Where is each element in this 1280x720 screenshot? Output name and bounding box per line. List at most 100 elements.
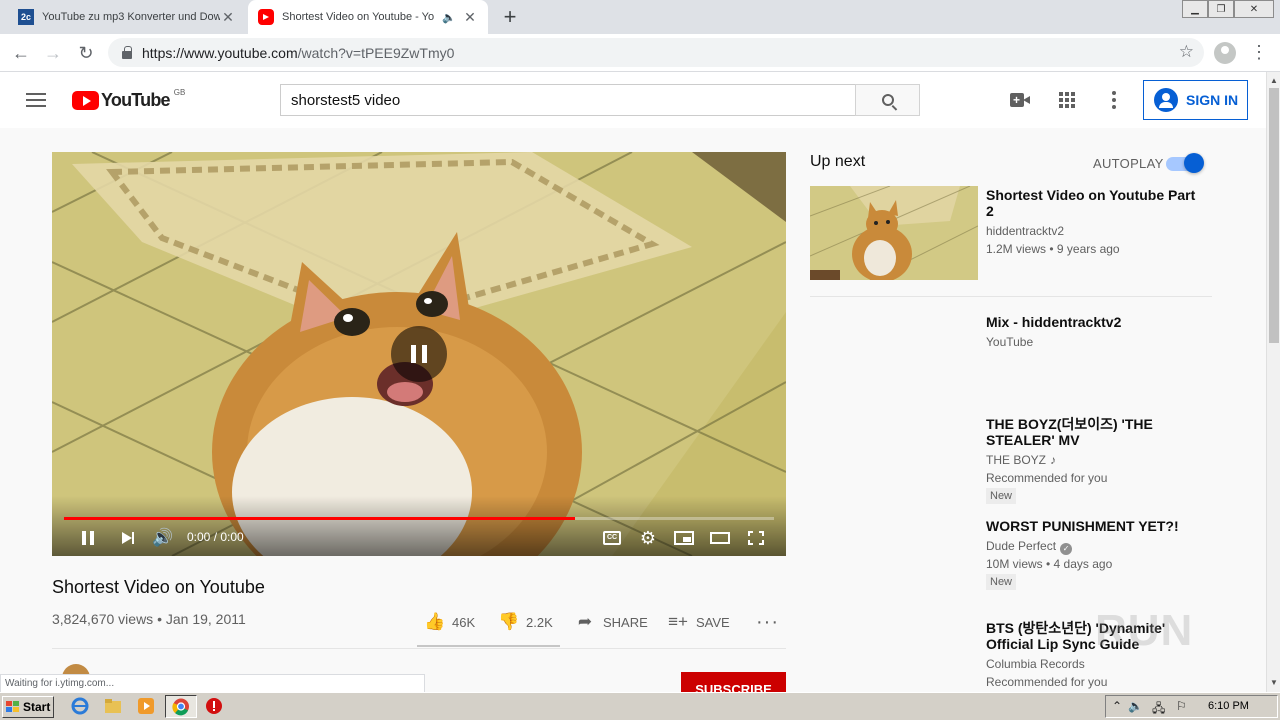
related-video-meta: Recommended for you bbox=[986, 675, 1108, 689]
related-video-channel: hiddentracktv2 bbox=[986, 224, 1065, 238]
new-tab-icon[interactable]: + bbox=[498, 4, 522, 30]
share-button[interactable]: ➦ SHARE bbox=[575, 612, 648, 632]
url-host: https://www.youtube.com bbox=[142, 44, 298, 61]
captions-icon[interactable]: CC bbox=[602, 528, 622, 548]
autoplay-label: AUTOPLAY bbox=[1093, 156, 1164, 171]
youtube-logo[interactable]: YouTube GB bbox=[72, 88, 186, 111]
dislike-count: 2.2K bbox=[526, 614, 553, 630]
related-video-channel: YouTube bbox=[986, 335, 1034, 349]
related-video-meta: Recommended for you bbox=[986, 471, 1108, 485]
scroll-down-icon[interactable]: ▼ bbox=[1270, 678, 1278, 687]
miniplayer-icon[interactable] bbox=[673, 528, 695, 548]
screen: 2c YouTube zu mp3 Konverter und Dow ✕ Sh… bbox=[0, 0, 1280, 720]
apps-grid-icon[interactable] bbox=[1059, 92, 1075, 108]
logo-text: YouTube bbox=[101, 90, 171, 110]
address-bar[interactable]: https://www.youtube.com/watch?v=tPEE9ZwT… bbox=[108, 38, 1204, 67]
start-button[interactable]: Start bbox=[2, 696, 54, 718]
related-video-meta: 10M views • 4 days ago bbox=[986, 557, 1113, 571]
browser-tab-strip: 2c YouTube zu mp3 Konverter und Dow ✕ Sh… bbox=[0, 0, 1280, 34]
fullscreen-icon[interactable] bbox=[746, 528, 766, 548]
save-button[interactable]: ≡+ SAVE bbox=[668, 612, 730, 632]
browser-menu-icon[interactable]: ⋮ bbox=[1250, 42, 1268, 63]
video-thumbnail[interactable] bbox=[810, 186, 978, 280]
tab-title: Shortest Video on Youtube - Yo bbox=[282, 11, 435, 23]
bookmark-star-icon[interactable]: ☆ bbox=[1179, 42, 1194, 62]
search-input[interactable]: shorstest5 video bbox=[280, 84, 856, 116]
like-dislike-bar bbox=[417, 645, 560, 647]
related-video-channel: Dude Perfect bbox=[986, 539, 1057, 553]
close-tab-icon[interactable]: ✕ bbox=[462, 9, 478, 26]
next-icon[interactable] bbox=[118, 528, 138, 548]
volume-icon[interactable]: 🔊 bbox=[152, 528, 174, 548]
divider bbox=[810, 296, 1212, 297]
music-note-icon: ♪ bbox=[1050, 453, 1057, 467]
center-pause-icon[interactable] bbox=[391, 326, 447, 382]
sign-in-button[interactable]: SIGN IN bbox=[1143, 80, 1248, 120]
reload-icon[interactable]: ↻ bbox=[75, 42, 97, 64]
up-next-heading: Up next bbox=[810, 153, 866, 170]
scroll-thumb[interactable] bbox=[1269, 88, 1279, 343]
related-video-channel: Columbia Records bbox=[986, 657, 1085, 671]
related-video-title[interactable]: Mix - hiddentracktv2 bbox=[986, 314, 1196, 330]
watermark: RUN bbox=[1095, 606, 1194, 655]
internet-explorer-icon[interactable] bbox=[71, 697, 89, 715]
profile-icon[interactable] bbox=[1214, 42, 1236, 64]
page-scrollbar[interactable]: ▲ ▼ bbox=[1266, 72, 1280, 692]
like-count: 46K bbox=[452, 614, 476, 630]
sign-in-label: SIGN IN bbox=[1186, 92, 1239, 108]
settings-more-icon[interactable] bbox=[1112, 91, 1116, 109]
close-window-icon[interactable]: ✕ bbox=[1234, 0, 1274, 18]
audio-playing-icon[interactable]: 🔈 bbox=[442, 11, 456, 24]
video-title: Shortest Video on Youtube bbox=[52, 577, 265, 597]
settings-gear-icon[interactable]: ⚙ bbox=[638, 528, 658, 548]
taskbar-chrome-active[interactable] bbox=[165, 695, 197, 718]
network-tray-icon[interactable]: 🖧 bbox=[1152, 699, 1165, 720]
tab-youtube[interactable]: Shortest Video on Youtube - Yo 🔈 ✕ bbox=[248, 0, 488, 34]
minimize-icon[interactable]: ▁ bbox=[1182, 0, 1208, 18]
hamburger-menu-icon[interactable] bbox=[26, 93, 46, 107]
more-actions-icon[interactable]: ··· bbox=[756, 611, 779, 633]
tab-converter[interactable]: 2c YouTube zu mp3 Konverter und Dow ✕ bbox=[8, 0, 246, 34]
progress-bar[interactable] bbox=[64, 517, 774, 520]
action-center-flag-icon[interactable]: ⚐ bbox=[1176, 699, 1187, 713]
related-video-meta: 1.2M views • 9 years ago bbox=[986, 242, 1120, 256]
save-label: SAVE bbox=[696, 614, 730, 630]
file-explorer-icon[interactable] bbox=[104, 697, 122, 715]
dislike-button[interactable]: 👎 2.2K bbox=[498, 612, 553, 632]
youtube-play-logo-icon bbox=[72, 91, 99, 110]
country-code: GB bbox=[173, 88, 186, 97]
theater-mode-icon[interactable] bbox=[709, 528, 731, 548]
thumbs-down-icon: 👎 bbox=[498, 612, 520, 631]
close-tab-icon[interactable]: ✕ bbox=[220, 9, 236, 26]
restore-icon[interactable]: ❐ bbox=[1208, 0, 1234, 18]
thumbnail-cat-image bbox=[810, 186, 978, 280]
autoplay-toggle[interactable] bbox=[1166, 153, 1204, 173]
back-arrow-icon[interactable]: ← bbox=[10, 42, 32, 64]
video-player[interactable]: 🔊 0:00 / 0:00 CC ⚙ bbox=[52, 152, 786, 556]
tab-title: YouTube zu mp3 Konverter und Dow bbox=[42, 11, 220, 23]
start-label: Start bbox=[23, 700, 51, 714]
browser-toolbar: ← → ↻ https://www.youtube.com/watch?v=tP… bbox=[0, 34, 1280, 72]
divider bbox=[52, 648, 786, 649]
forward-arrow-icon[interactable]: → bbox=[42, 42, 64, 64]
scroll-up-icon[interactable]: ▲ bbox=[1270, 76, 1278, 85]
related-video-title[interactable]: Shortest Video on Youtube Part 2 bbox=[986, 187, 1196, 219]
volume-tray-icon[interactable]: 🔈 bbox=[1128, 699, 1143, 713]
search-button[interactable] bbox=[855, 84, 920, 116]
show-hidden-icons-icon[interactable]: ⌃ bbox=[1112, 699, 1122, 713]
related-video-channel-row: Dude Perfect ✓ bbox=[986, 539, 1073, 555]
youtube-favicon-icon bbox=[258, 9, 274, 25]
youtube-masthead: YouTube GB shorstest5 video + SIGN IN bbox=[0, 72, 1266, 128]
view-count-date: 3,824,670 views • Jan 19, 2011 bbox=[52, 611, 246, 627]
shield-app-icon[interactable] bbox=[205, 697, 223, 715]
related-video-title[interactable]: WORST PUNISHMENT YET?! bbox=[986, 518, 1196, 534]
media-player-icon[interactable] bbox=[137, 697, 155, 715]
pause-icon[interactable] bbox=[78, 528, 98, 548]
like-button[interactable]: 👍 46K bbox=[424, 612, 475, 632]
create-video-icon[interactable]: + bbox=[1010, 93, 1030, 107]
share-arrow-icon: ➦ bbox=[577, 612, 593, 631]
related-video-title[interactable]: THE BOYZ(더보이즈) 'THE STEALER' MV bbox=[986, 416, 1196, 448]
new-badge: New bbox=[986, 574, 1017, 590]
browser-status-bar: Waiting for i.ytimg.com... bbox=[0, 674, 425, 693]
share-label: SHARE bbox=[603, 614, 648, 630]
